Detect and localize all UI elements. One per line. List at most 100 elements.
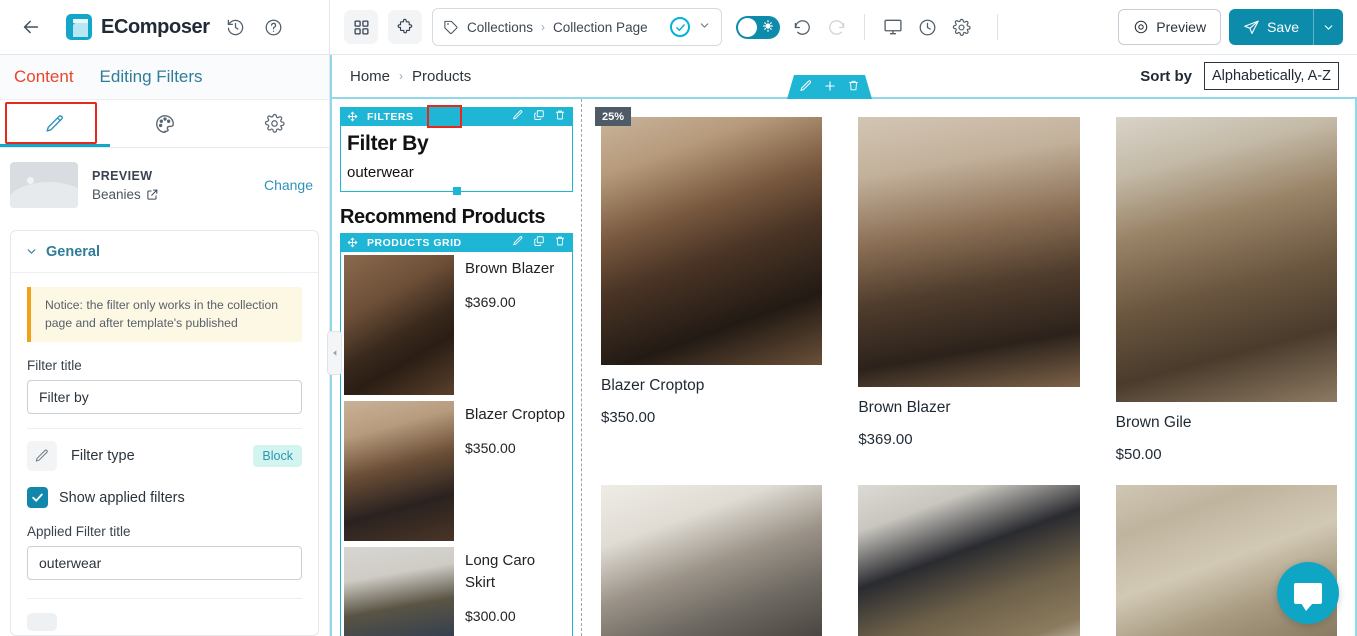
check-circle-icon[interactable] — [670, 17, 690, 37]
general-section-body: Notice: the filter only works in the col… — [11, 273, 318, 635]
arrow-left-icon[interactable] — [18, 14, 44, 40]
editor-left-column: FILTERS 25% Filter By outerwear Recommen… — [332, 99, 631, 636]
toolbar-divider-2 — [997, 14, 998, 40]
filter-type-row[interactable]: Filter type Block — [27, 429, 302, 472]
preview-collection-name: Beanies — [92, 187, 250, 202]
top-toolbar: EComposer Collections › Collection Page … — [0, 0, 1357, 55]
breadcrumb-separator: › — [541, 20, 546, 34]
sidebar-collapse-handle[interactable] — [327, 331, 342, 375]
product-image — [858, 485, 1080, 636]
puzzle-icon[interactable] — [388, 10, 422, 44]
product-card[interactable]: Blazer Croptop $350.00 — [601, 117, 823, 463]
product-name: Blazer Croptop — [601, 377, 705, 394]
redo-icon — [824, 15, 848, 39]
filter-notice: Notice: the filter only works in the col… — [27, 287, 302, 343]
move-icon[interactable] — [347, 111, 358, 122]
product-card[interactable] — [601, 485, 823, 636]
sidebar-icon-tabs — [0, 100, 329, 148]
show-applied-filters-label: Show applied filters — [59, 489, 185, 506]
product-price: $300.00 — [465, 607, 516, 624]
products-grid: Blazer Croptop $350.00 Brown Blazer $369… — [583, 99, 1355, 636]
product-card[interactable]: Brown Gile $50.00 — [1115, 117, 1337, 463]
section-float-toolbar — [787, 75, 872, 99]
pencil-icon[interactable] — [512, 235, 524, 250]
duplicate-icon[interactable] — [533, 235, 545, 250]
sidebar-tabs: Content Editing Filters — [0, 55, 329, 100]
recommend-products-heading: Recommend Products — [340, 206, 546, 228]
move-icon[interactable] — [347, 237, 358, 248]
breadcrumb-products[interactable]: Products — [412, 68, 471, 85]
products-grid-name: PRODUCTS GRID — [367, 236, 462, 249]
divider-2 — [27, 598, 302, 600]
show-applied-filters-row[interactable]: Show applied filters — [27, 487, 302, 509]
brand-logo-group[interactable]: EComposer — [66, 14, 210, 40]
page-selector-bar[interactable]: Collections › Collection Page — [432, 8, 722, 46]
product-image — [1115, 117, 1337, 402]
breadcrumb-home[interactable]: Home — [350, 68, 390, 85]
pencil-icon — [27, 441, 57, 472]
clock-icon[interactable] — [915, 15, 939, 39]
preview-label: PREVIEW — [92, 168, 153, 183]
duplicate-icon[interactable] — [533, 109, 545, 124]
general-section-header[interactable]: General — [11, 231, 318, 273]
show-applied-filters-checkbox[interactable] — [27, 487, 48, 509]
product-image — [858, 117, 1080, 387]
filter-title-input[interactable]: Filter by — [27, 380, 302, 415]
product-price: $369.00 — [465, 293, 516, 310]
main-body: Content Editing Filters PREVIEW Beanies … — [0, 55, 1357, 636]
chevron-down-icon[interactable] — [698, 19, 711, 35]
ecomposer-logo-icon — [66, 14, 92, 40]
filters-block-toolbar: FILTERS 25% — [340, 105, 631, 128]
theme-toggle[interactable] — [736, 15, 780, 39]
tab-content[interactable]: Content — [14, 67, 74, 87]
help-circle-icon[interactable] — [262, 15, 286, 39]
trash-icon[interactable] — [847, 79, 860, 95]
preview-text: PREVIEW Beanies — [92, 169, 250, 202]
gear-icon[interactable] — [949, 15, 973, 39]
zoom-level-badge: 25% — [594, 107, 631, 126]
preview-thumbnail — [10, 162, 78, 208]
tab-edit-pencil-icon[interactable] — [0, 100, 110, 147]
external-link-icon[interactable] — [146, 188, 159, 201]
trash-icon[interactable] — [554, 235, 566, 250]
toolbar-divider — [864, 14, 865, 40]
chat-bubble-shape — [1294, 582, 1322, 611]
desktop-icon[interactable] — [881, 15, 905, 39]
list-item[interactable]: Brown Blazer $369.00 — [341, 252, 572, 398]
list-item[interactable]: Long Caro Skirt $300.00 — [341, 544, 572, 636]
product-info: Long Caro Skirt $300.00 — [457, 544, 572, 636]
preview-label: Preview — [1156, 19, 1207, 35]
list-item[interactable]: Blazer Croptop $350.00 — [341, 398, 572, 544]
tab-settings-gear-icon[interactable] — [219, 100, 329, 147]
breadcrumb-parent[interactable]: Collections — [467, 20, 533, 35]
tab-design-palette-icon[interactable] — [110, 100, 220, 147]
chat-bubble-icon[interactable] — [1277, 562, 1339, 624]
grid-apps-icon[interactable] — [344, 10, 378, 44]
sort-by-select[interactable]: Alphabetically, A-Z — [1203, 62, 1339, 90]
product-card[interactable]: Brown Blazer $369.00 — [858, 117, 1080, 463]
plus-icon[interactable] — [823, 79, 837, 96]
tab-editing-filters[interactable]: Editing Filters — [100, 67, 203, 87]
applied-filter-title-input[interactable]: outerwear — [27, 546, 302, 581]
change-preview-link[interactable]: Change — [264, 177, 313, 193]
pencil-icon[interactable] — [512, 109, 524, 124]
trash-icon[interactable] — [554, 109, 566, 124]
recommend-products-list[interactable]: Brown Blazer $369.00 Blazer Croptop $350… — [340, 252, 573, 636]
product-card[interactable] — [858, 485, 1080, 636]
filters-block-content[interactable]: Filter By outerwear — [340, 126, 573, 195]
history-icon[interactable] — [224, 15, 248, 39]
preview-button[interactable]: Preview — [1118, 9, 1222, 45]
brand-name: EComposer — [101, 15, 210, 38]
eye-icon — [1133, 19, 1149, 35]
save-dropdown-button[interactable] — [1313, 9, 1343, 45]
next-setting-placeholder[interactable] — [27, 613, 57, 632]
undo-icon[interactable] — [790, 15, 814, 39]
ecomposer-builder: EComposer Collections › Collection Page … — [0, 0, 1357, 636]
breadcrumb-current[interactable]: Collection Page — [553, 20, 648, 35]
save-button[interactable]: Save — [1229, 9, 1313, 45]
resize-handle[interactable] — [452, 187, 461, 195]
product-name: Blazer Croptop — [465, 406, 566, 423]
product-thumbnail — [344, 547, 454, 636]
sun-icon — [762, 19, 774, 35]
pencil-icon[interactable] — [799, 79, 813, 96]
